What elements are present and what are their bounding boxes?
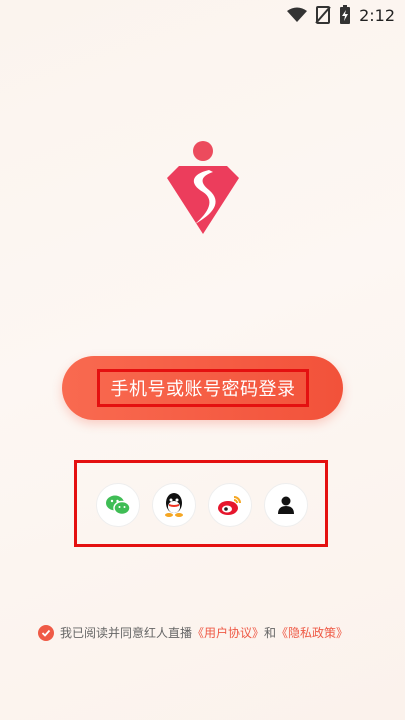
wechat-icon (106, 495, 131, 516)
agreement-row: 我已阅读并同意红人直播《用户协议》和《隐私政策》 (38, 624, 348, 641)
no-sim-icon (315, 6, 331, 24)
agreement-checkbox[interactable] (38, 624, 54, 641)
wifi-icon (287, 7, 308, 22)
qq-login-button[interactable] (152, 483, 196, 527)
checkmark-icon (41, 629, 51, 637)
agreement-prefix: 我已阅读并同意红人直播 (60, 626, 193, 640)
agreement-and: 和 (264, 626, 277, 640)
battery-charging-icon (340, 5, 351, 24)
weibo-login-button[interactable] (208, 483, 252, 527)
status-bar: 2:12 (0, 0, 405, 30)
privacy-policy-link[interactable]: 《隐私政策》 (276, 626, 348, 640)
status-time: 2:12 (359, 5, 395, 25)
weibo-icon (218, 496, 241, 515)
diamond-logo-icon (167, 141, 239, 234)
wechat-login-button[interactable] (96, 483, 140, 527)
user-agreement-link[interactable]: 《用户协议》 (192, 626, 264, 640)
user-icon (278, 496, 294, 514)
login-button-label[interactable]: 手机号或账号密码登录 (97, 369, 309, 407)
qq-icon (165, 493, 183, 517)
guest-login-button[interactable] (264, 483, 308, 527)
